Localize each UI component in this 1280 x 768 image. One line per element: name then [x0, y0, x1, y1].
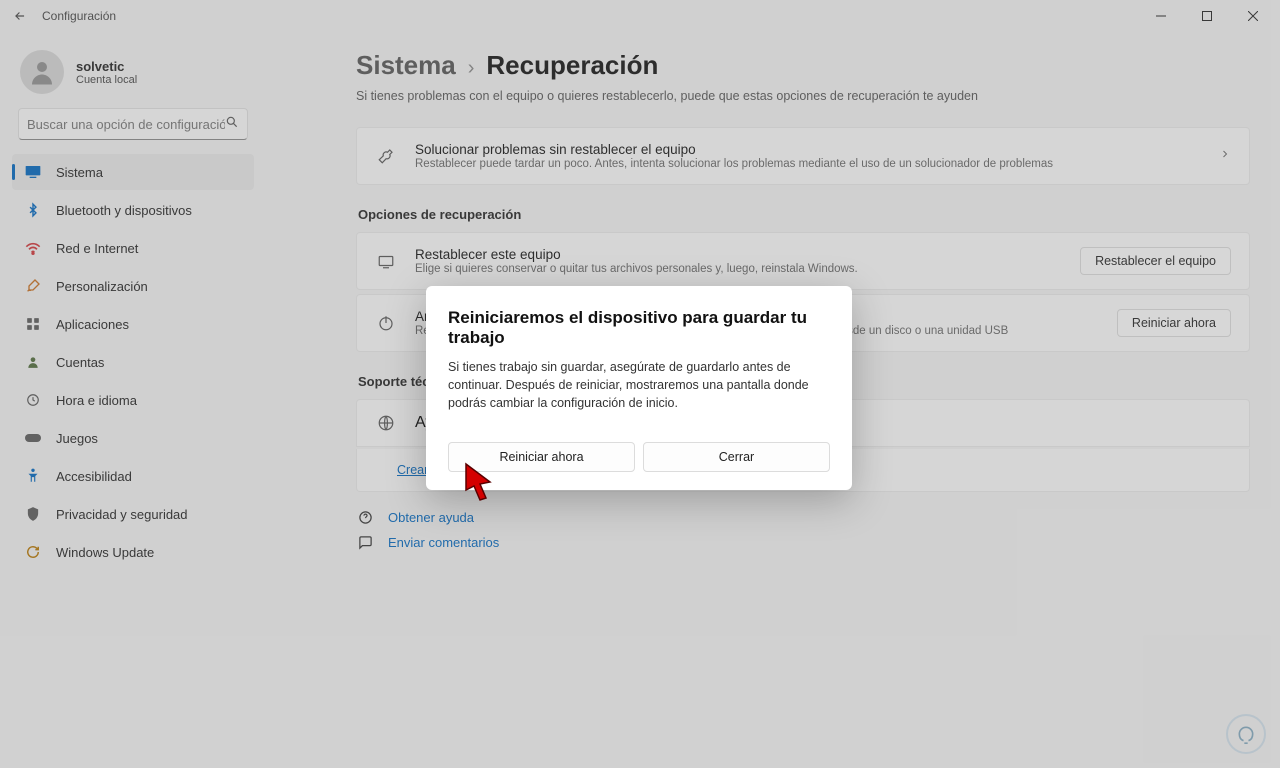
restart-confirm-dialog: Reiniciaremos el dispositivo para guarda… — [426, 286, 852, 490]
dialog-title: Reiniciaremos el dispositivo para guarda… — [448, 308, 830, 348]
dialog-body: Si tienes trabajo sin guardar, asegúrate… — [448, 358, 830, 412]
assistant-bubble[interactable] — [1226, 714, 1266, 754]
dialog-close-button[interactable]: Cerrar — [643, 442, 830, 472]
dialog-restart-now-button[interactable]: Reiniciar ahora — [448, 442, 635, 472]
